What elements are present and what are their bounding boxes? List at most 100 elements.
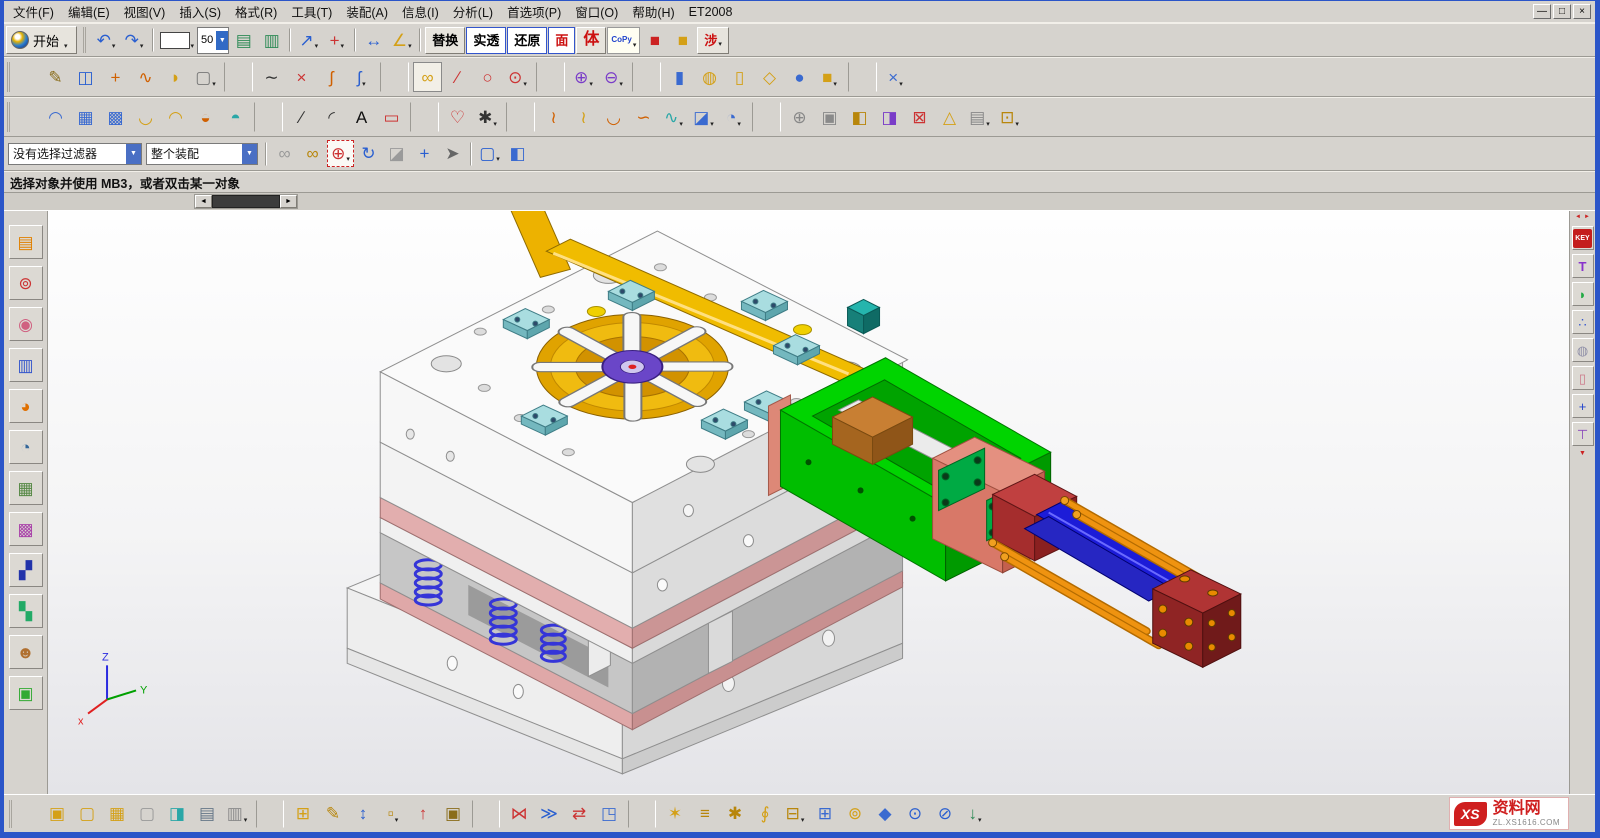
smooth-curve-icon[interactable]: ∿▾ [659, 102, 688, 132]
extrude-icon[interactable]: ▮ [665, 62, 694, 92]
ring-stack-icon[interactable]: ⊚ [841, 800, 869, 828]
circle-icon[interactable]: ○ [473, 62, 502, 92]
measure-angle-icon[interactable]: ∠▾ [388, 27, 415, 54]
csys-constructor-icon[interactable]: +▾ [323, 27, 350, 54]
add-to-assembly-icon[interactable]: ⊞ [289, 800, 317, 828]
pattern-geometry-icon[interactable]: ▣ [815, 102, 844, 132]
trim-body-icon[interactable]: ×▾ [881, 62, 910, 92]
ruled-surface-icon[interactable]: ◠ [41, 102, 70, 132]
rectangle-icon[interactable]: ▭ [377, 102, 406, 132]
capsule-icon[interactable]: ◗ [1572, 282, 1594, 306]
line-width-spinner[interactable]: 50▼ [197, 27, 229, 54]
reference-component-icon[interactable]: ▢ [133, 800, 161, 828]
mirror-geometry-icon[interactable]: ◧ [845, 102, 874, 132]
scrollbar-thumb[interactable] [212, 195, 280, 208]
interference-icon[interactable]: ⊘ [931, 800, 959, 828]
restore-display-button[interactable]: 还原 [507, 27, 547, 54]
rotate-view-icon[interactable]: ↻ [355, 140, 382, 167]
restore-window-button[interactable]: □ [1553, 4, 1571, 19]
cone-icon[interactable]: ◇ [755, 62, 784, 92]
wave-linker-icon[interactable]: ▣ [439, 800, 467, 828]
tracking-icon[interactable]: ◉ [9, 307, 43, 341]
assembly-navigator-icon[interactable]: ▤ [9, 225, 43, 259]
part-navigator-icon[interactable]: ▥ [9, 348, 43, 382]
artistic-spline-icon[interactable]: ♡ [443, 102, 472, 132]
undo-icon[interactable]: ↶▾ [93, 27, 120, 54]
cavity-layout-icon[interactable]: ◍ [1572, 338, 1594, 362]
scene-icon[interactable]: ▣ [9, 676, 43, 710]
new-component-icon[interactable]: ▢ [73, 800, 101, 828]
palette-icon[interactable]: ▩ [9, 512, 43, 546]
fillet-curve-icon[interactable]: ◡ [599, 102, 628, 132]
scroll-left-button[interactable]: ◄ [195, 195, 212, 208]
graphics-viewport[interactable]: Z Y x [48, 211, 1569, 794]
clipboard-icon[interactable]: ▤▾ [965, 102, 994, 132]
line-icon[interactable]: ∕ [443, 62, 472, 92]
add-component-icon[interactable]: ▣ [43, 800, 71, 828]
instance-geometry-icon[interactable]: ◨ [875, 102, 904, 132]
delete-face-icon[interactable]: ⊠ [905, 102, 934, 132]
scroll-right-button[interactable]: ► [280, 195, 297, 208]
face-edit-icon[interactable]: ◪▾ [689, 102, 718, 132]
blend-surface-icon[interactable]: ◒ [191, 102, 220, 132]
minimize-button[interactable]: — [1533, 4, 1551, 19]
redo-icon[interactable]: ↷▾ [121, 27, 148, 54]
grid-cubes-icon[interactable]: ⊞ [811, 800, 839, 828]
measure-distance-icon[interactable]: ↔ [360, 27, 387, 54]
unite-icon[interactable]: ⊕▾ [569, 62, 598, 92]
scroll-right-icon[interactable]: ► [1584, 214, 1590, 220]
vector-constructor-icon[interactable]: ↗▾ [295, 27, 322, 54]
cube-icon[interactable]: ■▾ [815, 62, 844, 92]
roles-icon[interactable]: ☻ [9, 635, 43, 669]
cylinder-icon[interactable]: ▯ [725, 62, 754, 92]
studio-spline-icon[interactable]: ∼ [257, 62, 286, 92]
tagged-cube-icon[interactable]: ⊡▾ [995, 102, 1024, 132]
face-button[interactable]: 面 [548, 27, 575, 54]
menu-format[interactable]: 格式(R) [228, 0, 284, 23]
prism-icon[interactable]: △ [935, 102, 964, 132]
move-component-icon[interactable]: ↕ [349, 800, 377, 828]
layer-category-icon[interactable]: ▥ [258, 27, 285, 54]
offset-surface-icon[interactable]: ◓ [221, 102, 250, 132]
key-icon[interactable]: KEY [1572, 226, 1594, 250]
viewport-canvas[interactable]: Z Y x [48, 211, 1569, 794]
molecule-icon[interactable]: ∴ [1572, 310, 1594, 334]
menu-window[interactable]: 窗口(O) [568, 0, 625, 23]
menu-file[interactable]: 文件(F) [6, 0, 61, 23]
sketch-notes-icon[interactable]: ▚ [9, 594, 43, 628]
divide-curve-icon[interactable]: ≀ [569, 102, 598, 132]
interpart-link-icon[interactable]: ∞ [271, 140, 298, 167]
shaded-display-icon[interactable]: ◧ [504, 140, 531, 167]
menu-edit[interactable]: 编辑(E) [61, 0, 117, 23]
eraser-icon[interactable]: ◪ [383, 140, 410, 167]
sketch-icon[interactable]: ✎ [41, 62, 70, 92]
curve-mesh-icon[interactable]: ▩ [101, 102, 130, 132]
sweep-surface-icon[interactable]: ◡ [131, 102, 160, 132]
menu-preferences[interactable]: 首选项(P) [500, 0, 568, 23]
scroll-left-icon[interactable]: ◄ [1575, 214, 1581, 220]
pair-cubes-icon[interactable]: ⊟▾ [781, 800, 809, 828]
horizontal-scrollbar[interactable]: ◄ ► [194, 194, 298, 209]
import-icon[interactable]: ↓▾ [961, 800, 989, 828]
sphere-icon[interactable]: ● [785, 62, 814, 92]
browser-icon[interactable]: ◕ [9, 389, 43, 423]
mesh-surface-icon[interactable]: ▦ [71, 102, 100, 132]
swept-icon[interactable]: ◗ [161, 62, 190, 92]
menu-insert[interactable]: 插入(S) [172, 0, 228, 23]
menu-tools[interactable]: 工具(T) [284, 0, 339, 23]
plus-icon[interactable]: + [1572, 394, 1594, 418]
chevron-down-icon[interactable]: ▼ [126, 144, 141, 164]
arrangements-icon[interactable]: ≡ [691, 800, 719, 828]
chevron-down-icon[interactable]: ▼ [242, 144, 257, 164]
selection-scope-dropdown[interactable]: 整个装配 ▼ [146, 143, 258, 165]
text-icon[interactable]: A [347, 102, 376, 132]
promote-body-icon[interactable]: ↑ [409, 800, 437, 828]
red-solid-icon[interactable]: ■ [641, 27, 668, 54]
line2-icon[interactable]: ∕ [287, 102, 316, 132]
rotary-disc[interactable] [532, 313, 732, 422]
check-fit-icon[interactable]: ◨ [163, 800, 191, 828]
copy-display-icon[interactable]: CoPy▾ [607, 27, 640, 54]
bridge-curve-icon[interactable]: ʃ [317, 62, 346, 92]
move-cursor-icon[interactable]: + [411, 140, 438, 167]
snapshot-icon[interactable]: ▤ [193, 800, 221, 828]
